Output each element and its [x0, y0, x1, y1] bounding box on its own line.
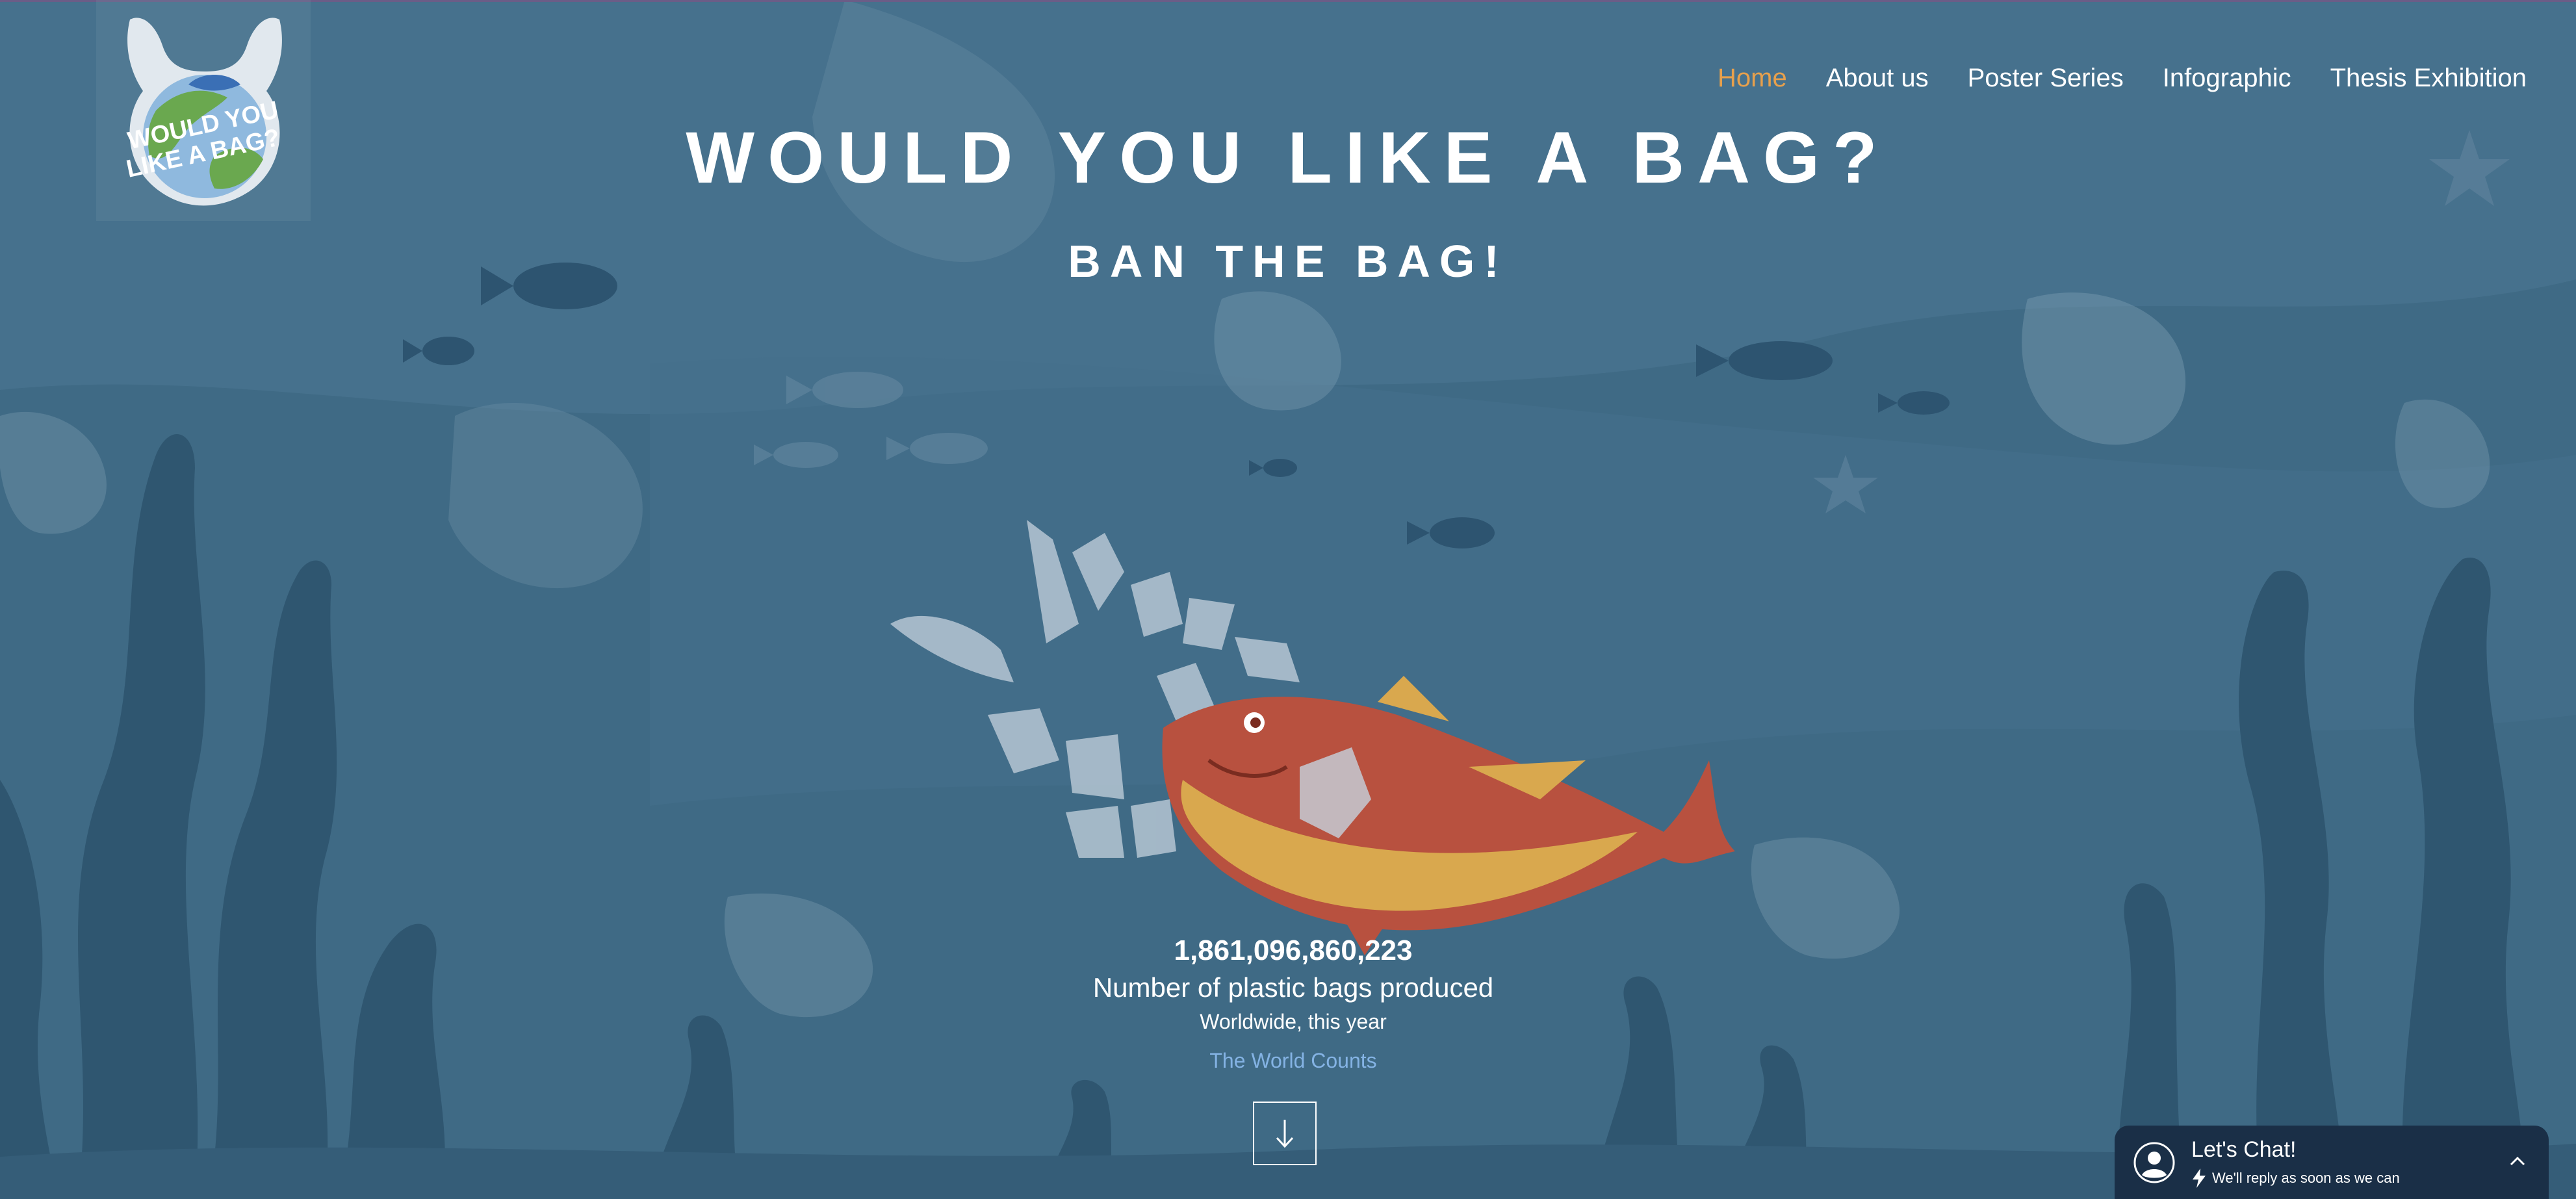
main-nav: Home About us Poster Series Infographic … — [1718, 64, 2527, 93]
chat-subtitle: We'll reply as soon as we can — [2212, 1170, 2400, 1186]
hero-title: WOULD YOU LIKE A BAG? — [686, 117, 1890, 198]
chevron-up-icon[interactable] — [2505, 1148, 2531, 1174]
bag-counter-label: Number of plastic bags produced — [1092, 972, 1494, 1003]
top-accent-line — [0, 0, 2576, 2]
nav-infographic[interactable]: Infographic — [2163, 64, 2291, 93]
arrow-down-icon — [1276, 1120, 1294, 1148]
nav-thesis-exhibition[interactable]: Thesis Exhibition — [2330, 64, 2527, 93]
chat-title: Let's Chat! — [2191, 1137, 2297, 1162]
chat-widget[interactable]: Let's Chat! We'll reply as soon as we ca… — [2115, 1126, 2549, 1199]
hero-subtitle: BAN THE BAG! — [1068, 236, 1508, 287]
bolt-icon — [2193, 1168, 2206, 1188]
nav-poster-series[interactable]: Poster Series — [1968, 64, 2124, 93]
scroll-down-button[interactable] — [1253, 1102, 1317, 1165]
bag-counter-scope: Worldwide, this year — [1200, 1010, 1387, 1033]
world-counts-link[interactable]: The World Counts — [968, 1049, 1618, 1073]
nav-home[interactable]: Home — [1718, 64, 1787, 93]
bag-counter-number: 1,861,096,860,223 — [1174, 935, 1413, 966]
avatar-icon — [2133, 1142, 2175, 1183]
nav-about-us[interactable]: About us — [1826, 64, 1929, 93]
